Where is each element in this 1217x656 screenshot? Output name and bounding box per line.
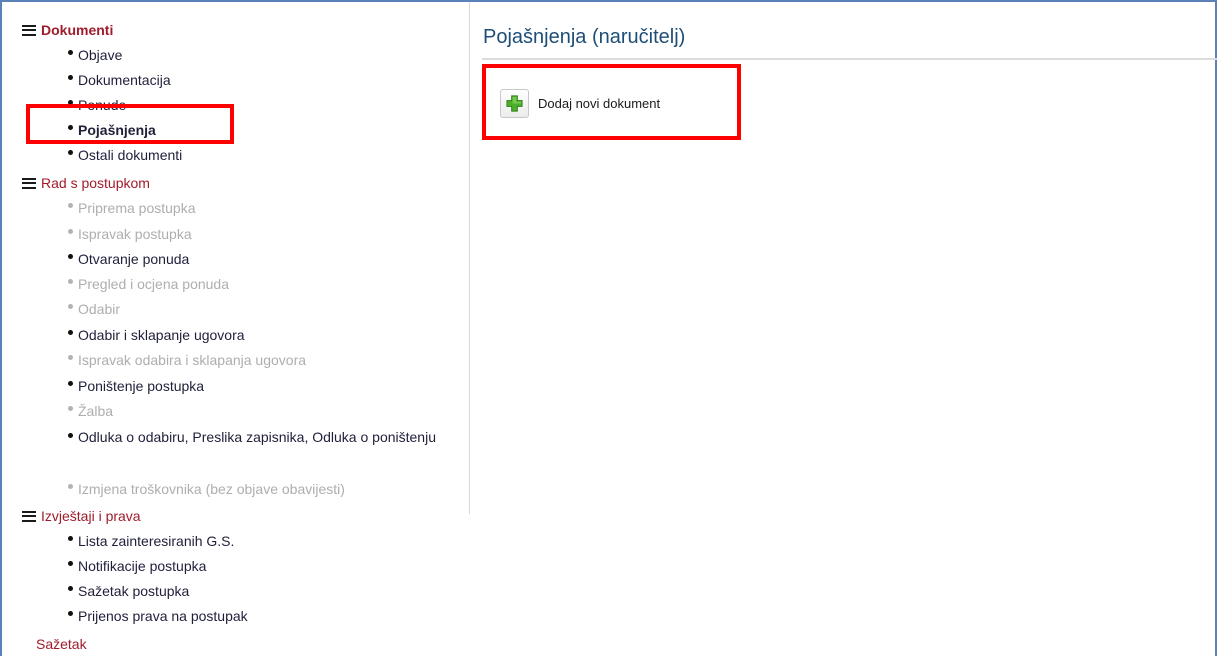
sidebar-item-label: Lista zainteresiranih G.S. [78,533,235,549]
highlight-box-sidebar [26,104,234,144]
sidebar-divider [469,2,470,514]
section-label: Dokumenti [41,22,114,38]
sidebar-item-zalba: Žalba [68,400,113,422]
sidebar-item-label: Žalba [78,403,114,419]
section-label: Izvještaji i prava [41,508,141,524]
sidebar-item-notifikacije-postupka[interactable]: Notifikacije postupka [68,555,206,577]
bullet-icon [68,303,73,309]
bullet-icon [68,329,73,335]
bullet-icon [68,202,73,208]
sidebar-item-odluka-o-odabiru[interactable]: Odluka o odabiru, Preslika zapisnika, Od… [68,426,458,470]
bullet-icon [68,278,73,284]
sidebar-item-dokumentacija[interactable]: Dokumentacija [68,69,171,91]
sidebar-item-ponistenje-postupka[interactable]: Poništenje postupka [68,375,204,397]
bullet-icon [68,149,73,155]
sidebar-item-objave[interactable]: Objave [68,44,122,66]
sidebar-item-lista-zainteresiranih[interactable]: Lista zainteresiranih G.S. [68,530,234,552]
sidebar-item-label: Objave [78,47,123,63]
sidebar-item-label: Odabir i sklapanje ugovora [78,327,245,343]
bullet-icon [68,228,73,234]
sidebar-item-label: Ostali dokumenti [78,147,183,163]
bullet-icon [68,49,73,55]
sidebar-item-label: Poništenje postupka [78,378,205,394]
sidebar-item-label: Odluka o odabiru, Preslika zapisnika, Od… [78,429,436,445]
sidebar-item-sazetak-postupka[interactable]: Sažetak postupka [68,580,189,602]
page-title: Pojašnjenja (naručitelj) [483,26,686,48]
sidebar-item-label: Sažetak postupka [78,583,190,599]
sidebar-item-label: Ispravak odabira i sklapanja ugovora [78,352,307,368]
bullet-icon [68,610,73,616]
sidebar-item-label: Prijenos prava na postupak [78,608,248,624]
title-divider [482,58,1217,60]
bullet-icon [68,354,73,360]
sidebar-item-izmjena-troskovnika: Izmjena troškovnika (bez objave obavijes… [68,478,345,500]
frame-left-border [0,0,2,656]
section-label: Rad s postupkom [41,175,150,191]
sidebar-item-odabir-i-sklapanje-ugovora[interactable]: Odabir i sklapanje ugovora [68,324,245,346]
add-document-label: Dodaj novi dokument [538,95,661,111]
menu-icon [22,177,36,189]
sidebar-item-ostali-dokumenti[interactable]: Ostali dokumenti [68,144,182,166]
bullet-icon [68,535,73,541]
sidebar-item-otvaranje-ponuda[interactable]: Otvaranje ponuda [68,248,189,270]
bullet-icon [68,433,73,438]
sidebar-item-ispravak-odabira: Ispravak odabira i sklapanja ugovora [68,349,306,371]
bullet-icon [68,74,73,80]
bullet-icon [68,380,73,386]
bullet-icon [68,585,73,591]
page: Dokumenti Objave Dokumentacija Ponude Po… [0,0,1217,656]
sidebar-item-label: Priprema postupka [78,200,196,216]
sidebar-item-pregled-i-ocjena-ponuda: Pregled i ocjena ponuda [68,273,229,295]
bullet-icon [68,560,73,566]
sidebar-item-label: Dokumentacija [78,72,171,88]
sidebar-item-odabir: Odabir [68,298,120,320]
section-header-izvjestaji-i-prava[interactable]: Izvještaji i prava [22,505,141,527]
sidebar-item-label: Notifikacije postupka [78,558,207,574]
sidebar-item-priprema-postupka: Priprema postupka [68,197,196,219]
plus-icon [500,88,529,118]
sidebar-item-label: Pregled i ocjena ponuda [78,276,230,292]
add-document-button[interactable]: Dodaj novi dokument [500,88,660,118]
sidebar-item-label: Ispravak postupka [78,226,192,242]
sidebar-item-ispravak-postupka: Ispravak postupka [68,223,192,245]
summary-link[interactable]: Sažetak [36,636,87,652]
menu-icon [22,24,36,36]
menu-icon [22,510,36,522]
bullet-icon [68,405,73,411]
section-header-rad-s-postupkom[interactable]: Rad s postupkom [22,172,150,194]
sidebar-item-prijenos-prava[interactable]: Prijenos prava na postupak [68,605,248,627]
sidebar-item-label: Otvaranje ponuda [78,251,190,267]
bullet-icon [68,483,73,489]
sidebar-item-label: Izmjena troškovnika (bez objave obavijes… [78,481,345,497]
bullet-icon [68,253,73,259]
section-header-dokumenti[interactable]: Dokumenti [22,19,113,41]
sidebar-item-label: Odabir [78,301,121,317]
